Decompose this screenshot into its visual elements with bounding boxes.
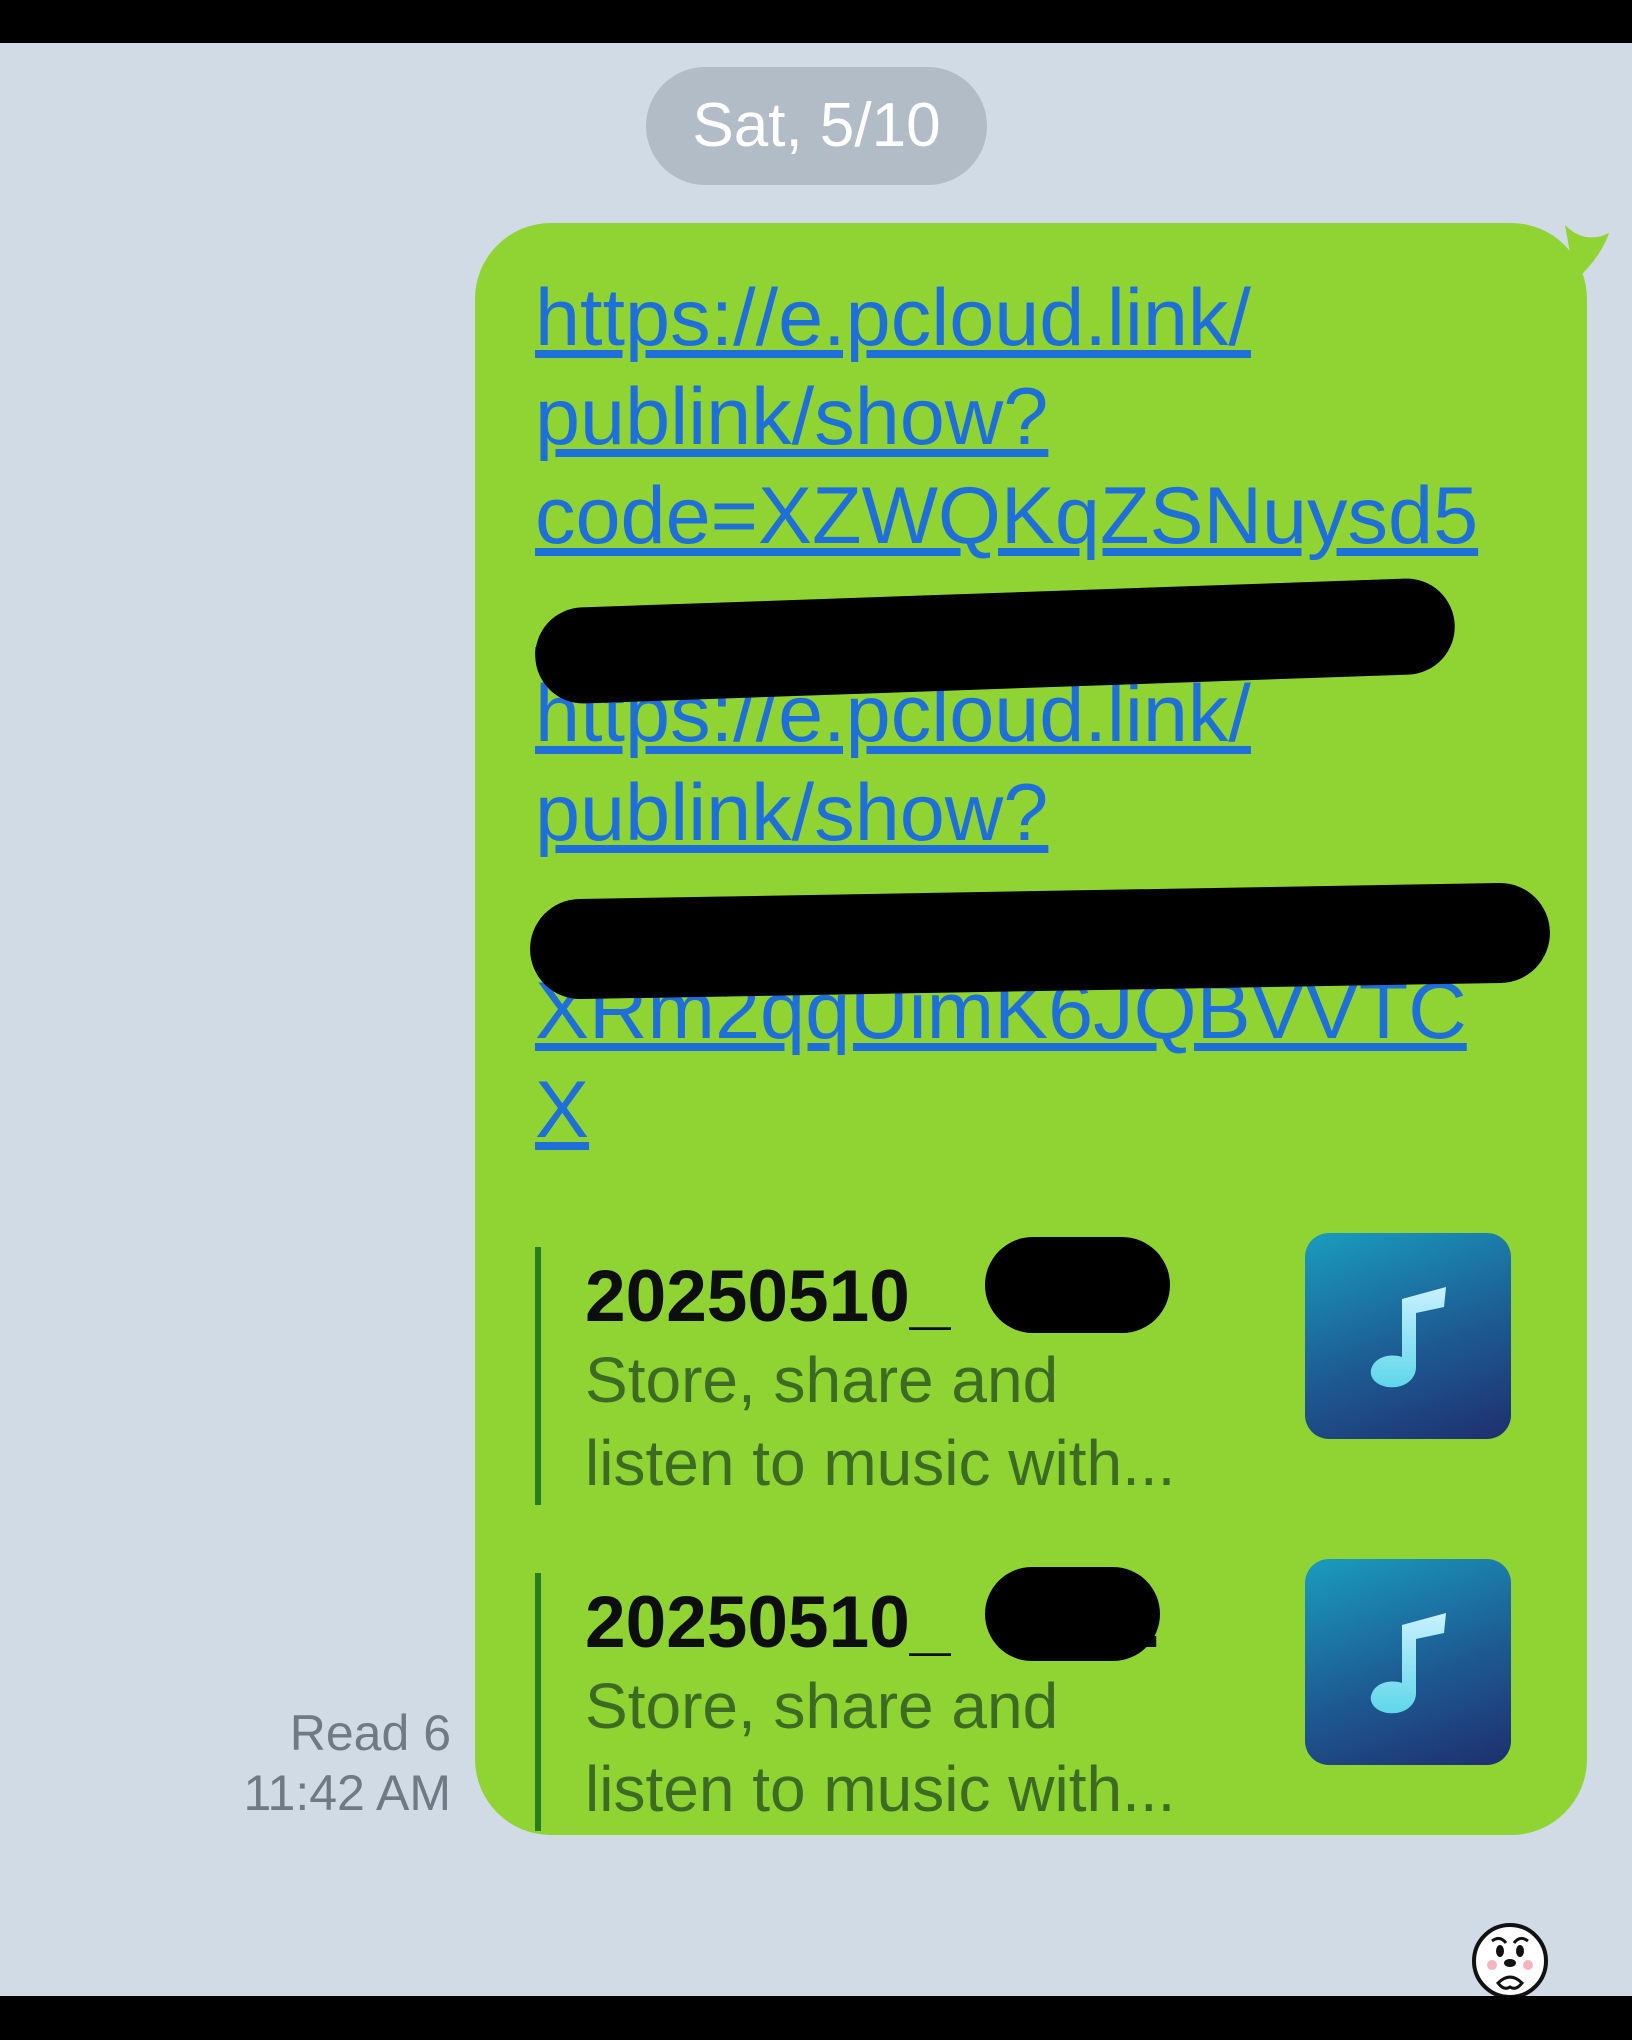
link-preview-card[interactable]: 20250510_.. Store, share and listen to m… [535, 1233, 1535, 1505]
redaction-mark [529, 882, 1551, 1000]
link-preview-card[interactable]: 20250510_... Store, share and listen to … [535, 1559, 1535, 1831]
bubble-tail [1565, 225, 1609, 281]
redaction-mark [985, 1567, 1160, 1661]
redaction-mark [985, 1237, 1170, 1333]
link-1-line-1[interactable]: https://e.pcloud.link/ [535, 269, 1535, 368]
link-2-line-5[interactable]: X [535, 1061, 1535, 1160]
chat-area: Sat, 5/10 https://e.pcloud.link/ publink… [0, 43, 1632, 1996]
preview-accent-bar [535, 1247, 541, 1505]
link-2-line-2[interactable]: publink/show? [535, 764, 1535, 863]
music-note-icon [1305, 1233, 1511, 1439]
preview-description: Store, share and listen to music with... [585, 1344, 1176, 1499]
message-bubble[interactable]: https://e.pcloud.link/ publink/show? cod… [475, 223, 1587, 1835]
message-links: https://e.pcloud.link/ publink/show? cod… [535, 269, 1535, 1160]
preview-accent-bar [535, 1573, 541, 1831]
link-1-line-2[interactable]: publink/show? [535, 368, 1535, 467]
message-time: 11:42 AM [243, 1765, 451, 1821]
message-meta: Read 6 11:42 AM [243, 1703, 451, 1823]
date-separator: Sat, 5/10 [646, 67, 987, 185]
preview-description: Store, share and listen to music with... [585, 1670, 1176, 1825]
sticker-face-icon[interactable] [1470, 1921, 1550, 1996]
read-receipt: Read 6 [289, 1705, 451, 1761]
link-1-line-3[interactable]: code=XZWQKqZSNuysd5 [535, 467, 1535, 566]
music-note-icon [1305, 1559, 1511, 1765]
